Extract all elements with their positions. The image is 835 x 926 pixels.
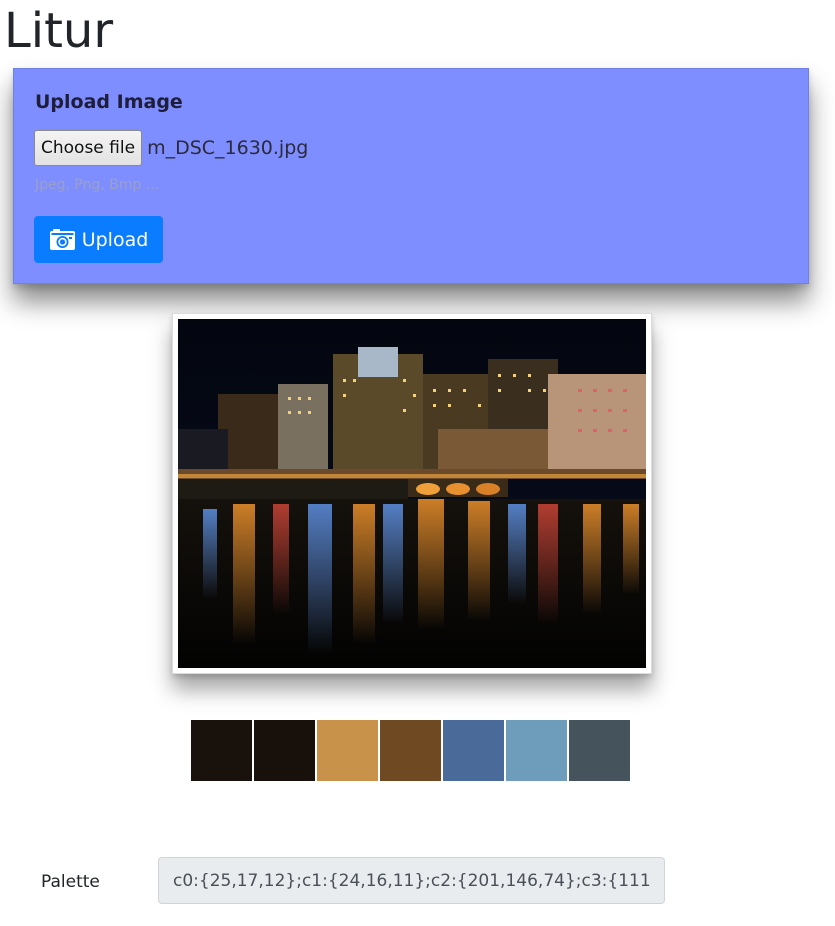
uploaded-photo (178, 319, 646, 668)
color-swatch (380, 720, 441, 781)
file-type-hint: Jpeg, Png, Bmp ... (35, 177, 160, 193)
upload-card: Upload Image Choose file m_DSC_1630.jpg … (13, 68, 809, 284)
palette-label: Palette (41, 872, 100, 892)
choose-file-button[interactable]: Choose file (34, 130, 143, 166)
file-input-row: Choose file m_DSC_1630.jpg (34, 130, 308, 166)
color-swatch (317, 720, 378, 781)
selected-file-name: m_DSC_1630.jpg (147, 137, 309, 159)
upload-button[interactable]: Upload (34, 216, 163, 263)
color-swatch (443, 720, 504, 781)
palette-swatches (191, 720, 630, 781)
color-swatch (506, 720, 567, 781)
app-title: Litur (4, 3, 114, 59)
upload-heading: Upload Image (35, 91, 183, 113)
upload-button-label: Upload (81, 228, 149, 251)
camera-icon (49, 228, 76, 252)
color-swatch (569, 720, 630, 781)
page: Litur Upload Image Choose file m_DSC_163… (0, 0, 835, 926)
palette-output-field[interactable] (158, 857, 665, 904)
image-preview-frame (172, 313, 652, 674)
color-swatch (191, 720, 252, 781)
color-swatch (254, 720, 315, 781)
